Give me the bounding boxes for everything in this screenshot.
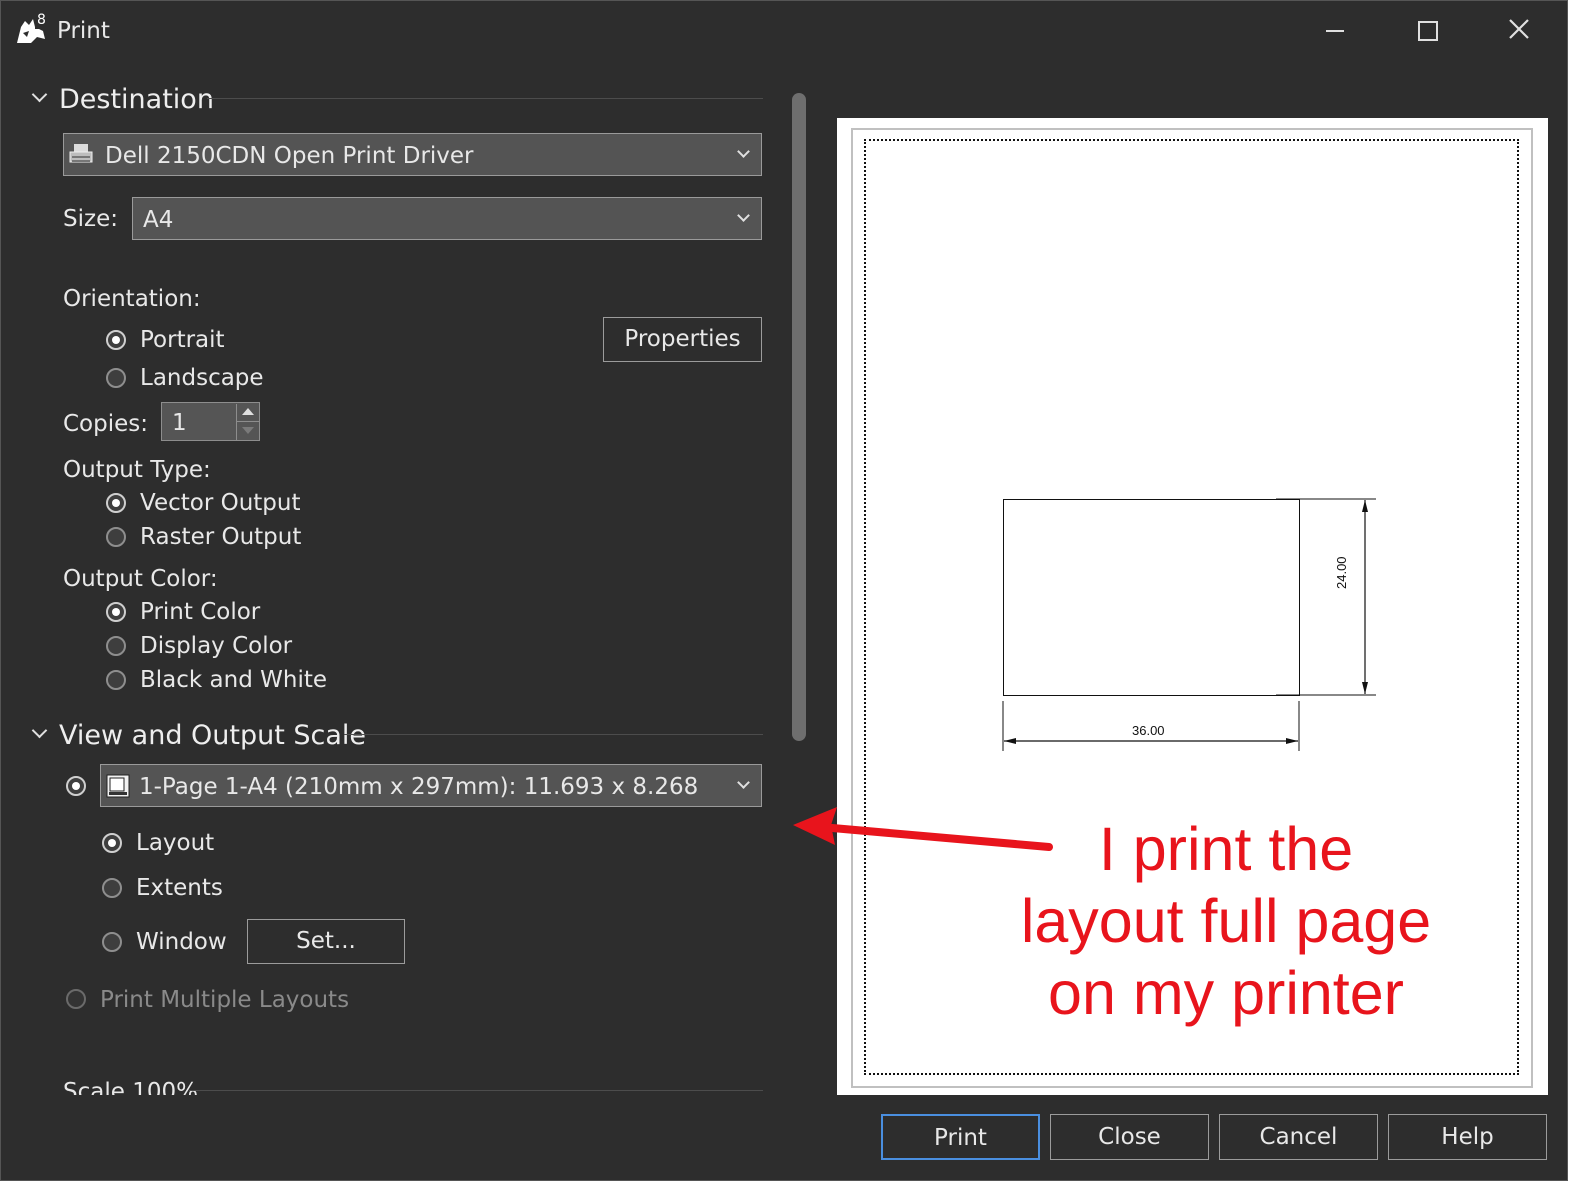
horizontal-dimension-label: 36.00 [1132, 723, 1165, 738]
chevron-down-icon[interactable] [31, 722, 48, 739]
landscape-label[interactable]: Landscape [140, 367, 264, 390]
extents-label[interactable]: Extents [136, 877, 223, 900]
layout-value: 1-Page 1-A4 (210mm x 297mm): 11.693 x 8.… [139, 774, 699, 800]
window-title: Print [57, 18, 110, 44]
orientation-label: Orientation: [63, 286, 201, 312]
chevron-down-icon[interactable] [31, 86, 48, 103]
output-color-label: Output Color: [63, 566, 218, 592]
printer-value: Dell 2150CDN Open Print Driver [105, 143, 474, 169]
output-type-label: Output Type: [63, 457, 211, 483]
view-scale-section: View and Output Scale 1-Page 1-A4 (210mm… [1, 707, 781, 1107]
window-radio[interactable] [102, 932, 122, 952]
cancel-button[interactable]: Cancel [1219, 1114, 1378, 1160]
copies-value: 1 [172, 410, 187, 436]
app-icon-badge: 8 [37, 12, 46, 28]
layout-radio[interactable] [102, 833, 122, 853]
rhino-app-icon: 8 [15, 12, 49, 47]
minimize-icon[interactable] [1319, 17, 1349, 43]
vector-output-label[interactable]: Vector Output [140, 492, 301, 515]
extents-radio[interactable] [102, 878, 122, 898]
annotation-line: I print the [1098, 815, 1354, 883]
size-label: Size: [63, 206, 118, 232]
section-divider [189, 1090, 763, 1091]
portrait-radio[interactable] [106, 330, 126, 350]
help-button[interactable]: Help [1388, 1114, 1547, 1160]
chevron-down-icon [737, 209, 750, 222]
layout-label[interactable]: Layout [136, 832, 214, 855]
landscape-radio[interactable] [106, 368, 126, 388]
layout-select[interactable]: 1-Page 1-A4 (210mm x 297mm): 11.693 x 8.… [100, 764, 762, 807]
raster-output-radio[interactable] [106, 527, 126, 547]
scale-header-clip: Scale 100% [1, 1077, 781, 1095]
view-scale-header[interactable]: View and Output Scale [59, 722, 366, 749]
scale-header: Scale 100% [63, 1079, 198, 1096]
display-color-label[interactable]: Display Color [140, 635, 292, 658]
size-value: A4 [143, 207, 174, 233]
printer-select[interactable]: Dell 2150CDN Open Print Driver [63, 133, 762, 176]
multiple-layouts-label[interactable]: Print Multiple Layouts [100, 989, 349, 1012]
annotation-line: on my printer [1048, 959, 1404, 1027]
properties-button[interactable]: Properties [603, 317, 762, 362]
portrait-label[interactable]: Portrait [140, 329, 225, 352]
annotation-text: I print the layout full page on my print… [991, 813, 1461, 1029]
print-button[interactable]: Print [881, 1114, 1040, 1160]
section-divider [207, 98, 763, 99]
maximize-icon[interactable] [1411, 15, 1443, 45]
stepper-down-icon[interactable] [236, 421, 260, 440]
scrollbar-thumb[interactable] [792, 93, 806, 741]
raster-output-label[interactable]: Raster Output [140, 526, 301, 549]
destination-header[interactable]: Destination [59, 86, 214, 113]
black-white-radio[interactable] [106, 670, 126, 690]
chevron-down-icon [737, 145, 750, 158]
title-bar: 8 Print [1, 1, 1567, 61]
display-color-radio[interactable] [106, 636, 126, 656]
stepper-up-icon[interactable] [236, 404, 260, 421]
printer-icon [68, 142, 94, 168]
print-dialog: 8 Print Destination Dell 2150CDN Open Pr… [0, 0, 1568, 1181]
multiple-layouts-radio[interactable] [66, 989, 86, 1009]
size-select[interactable]: A4 [132, 197, 762, 240]
set-window-button[interactable]: Set... [247, 919, 405, 964]
annotation-line: layout full page [1020, 887, 1432, 955]
chevron-down-icon [737, 776, 750, 789]
section-divider [344, 734, 763, 735]
destination-section: Destination Dell 2150CDN Open Print Driv… [1, 71, 781, 711]
vertical-dimension-label: 24.00 [1334, 556, 1349, 589]
close-icon[interactable] [1501, 13, 1537, 47]
close-button[interactable]: Close [1050, 1114, 1209, 1160]
layout-source-radio[interactable] [66, 776, 86, 796]
copies-label: Copies: [63, 411, 149, 437]
window-label[interactable]: Window [136, 931, 227, 954]
black-white-label[interactable]: Black and White [140, 669, 327, 692]
print-color-radio[interactable] [106, 602, 126, 622]
copies-stepper[interactable]: 1 [161, 402, 260, 441]
page-layout-icon [106, 774, 130, 798]
print-color-label[interactable]: Print Color [140, 601, 260, 624]
vector-output-radio[interactable] [106, 493, 126, 513]
